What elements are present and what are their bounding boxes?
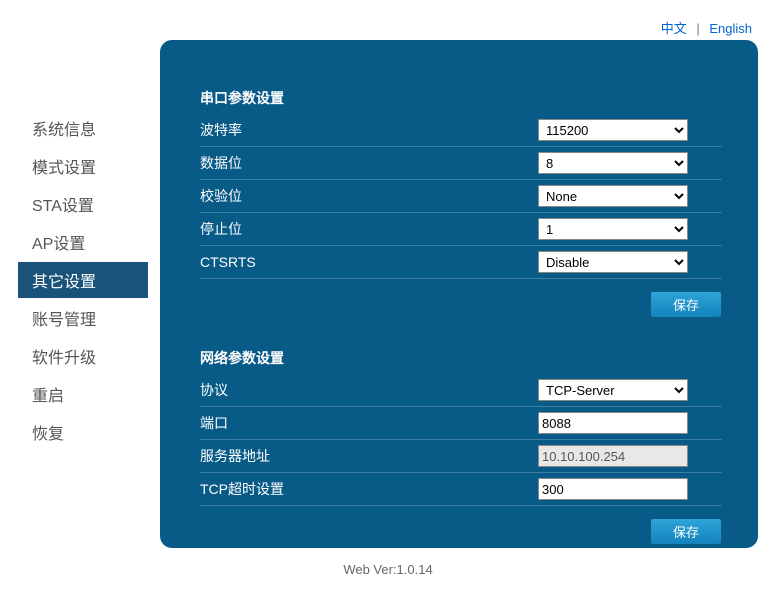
language-bar: 中文 | English [661, 18, 752, 37]
row-ctsrts: CTSRTS Disable [200, 246, 722, 279]
label-port: 端口 [200, 413, 538, 433]
row-baud: 波特率 115200 [200, 114, 722, 147]
row-tcp-timeout: TCP超时设置 [200, 473, 722, 506]
label-baud: 波特率 [200, 120, 538, 140]
label-protocol: 协议 [200, 380, 538, 400]
select-parity[interactable]: None [538, 185, 688, 207]
row-data-bits: 数据位 8 [200, 147, 722, 180]
select-data-bits[interactable]: 8 [538, 152, 688, 174]
select-baud[interactable]: 115200 [538, 119, 688, 141]
sidebar-item-other[interactable]: 其它设置 [18, 262, 148, 298]
label-parity: 校验位 [200, 186, 538, 206]
serial-section-title: 串口参数设置 [200, 88, 722, 108]
lang-en-link[interactable]: English [709, 21, 752, 36]
sidebar-item-upgrade[interactable]: 软件升级 [18, 338, 148, 374]
row-server-addr: 服务器地址 [200, 440, 722, 473]
row-protocol: 协议 TCP-Server [200, 374, 722, 407]
sidebar-item-ap[interactable]: AP设置 [18, 224, 148, 260]
network-section-title: 网络参数设置 [200, 348, 722, 368]
row-stop-bits: 停止位 1 [200, 213, 722, 246]
select-stop-bits[interactable]: 1 [538, 218, 688, 240]
row-port: 端口 [200, 407, 722, 440]
sidebar-item-system-info[interactable]: 系统信息 [18, 110, 148, 146]
select-ctsrts[interactable]: Disable [538, 251, 688, 273]
network-save-button[interactable]: 保存 [650, 518, 722, 545]
select-protocol[interactable]: TCP-Server [538, 379, 688, 401]
input-port[interactable] [538, 412, 688, 434]
input-tcp-timeout[interactable] [538, 478, 688, 500]
serial-save-button[interactable]: 保存 [650, 291, 722, 318]
label-stop-bits: 停止位 [200, 219, 538, 239]
sidebar-item-restart[interactable]: 重启 [18, 376, 148, 412]
sidebar-item-sta[interactable]: STA设置 [18, 186, 148, 222]
label-ctsrts: CTSRTS [200, 254, 538, 270]
lang-zh-link[interactable]: 中文 [661, 21, 687, 36]
label-data-bits: 数据位 [200, 153, 538, 173]
sidebar: 系统信息 模式设置 STA设置 AP设置 其它设置 账号管理 软件升级 重启 恢… [18, 110, 148, 452]
label-tcp-timeout: TCP超时设置 [200, 479, 538, 499]
main-panel: 串口参数设置 波特率 115200 数据位 8 校验位 None 停止位 1 C… [160, 40, 758, 548]
row-parity: 校验位 None [200, 180, 722, 213]
label-server-addr: 服务器地址 [200, 446, 538, 466]
lang-separator: | [696, 21, 699, 36]
sidebar-item-mode[interactable]: 模式设置 [18, 148, 148, 184]
sidebar-item-account[interactable]: 账号管理 [18, 300, 148, 336]
footer-version: Web Ver:1.0.14 [0, 562, 776, 577]
input-server-addr [538, 445, 688, 467]
sidebar-item-restore[interactable]: 恢复 [18, 414, 148, 450]
